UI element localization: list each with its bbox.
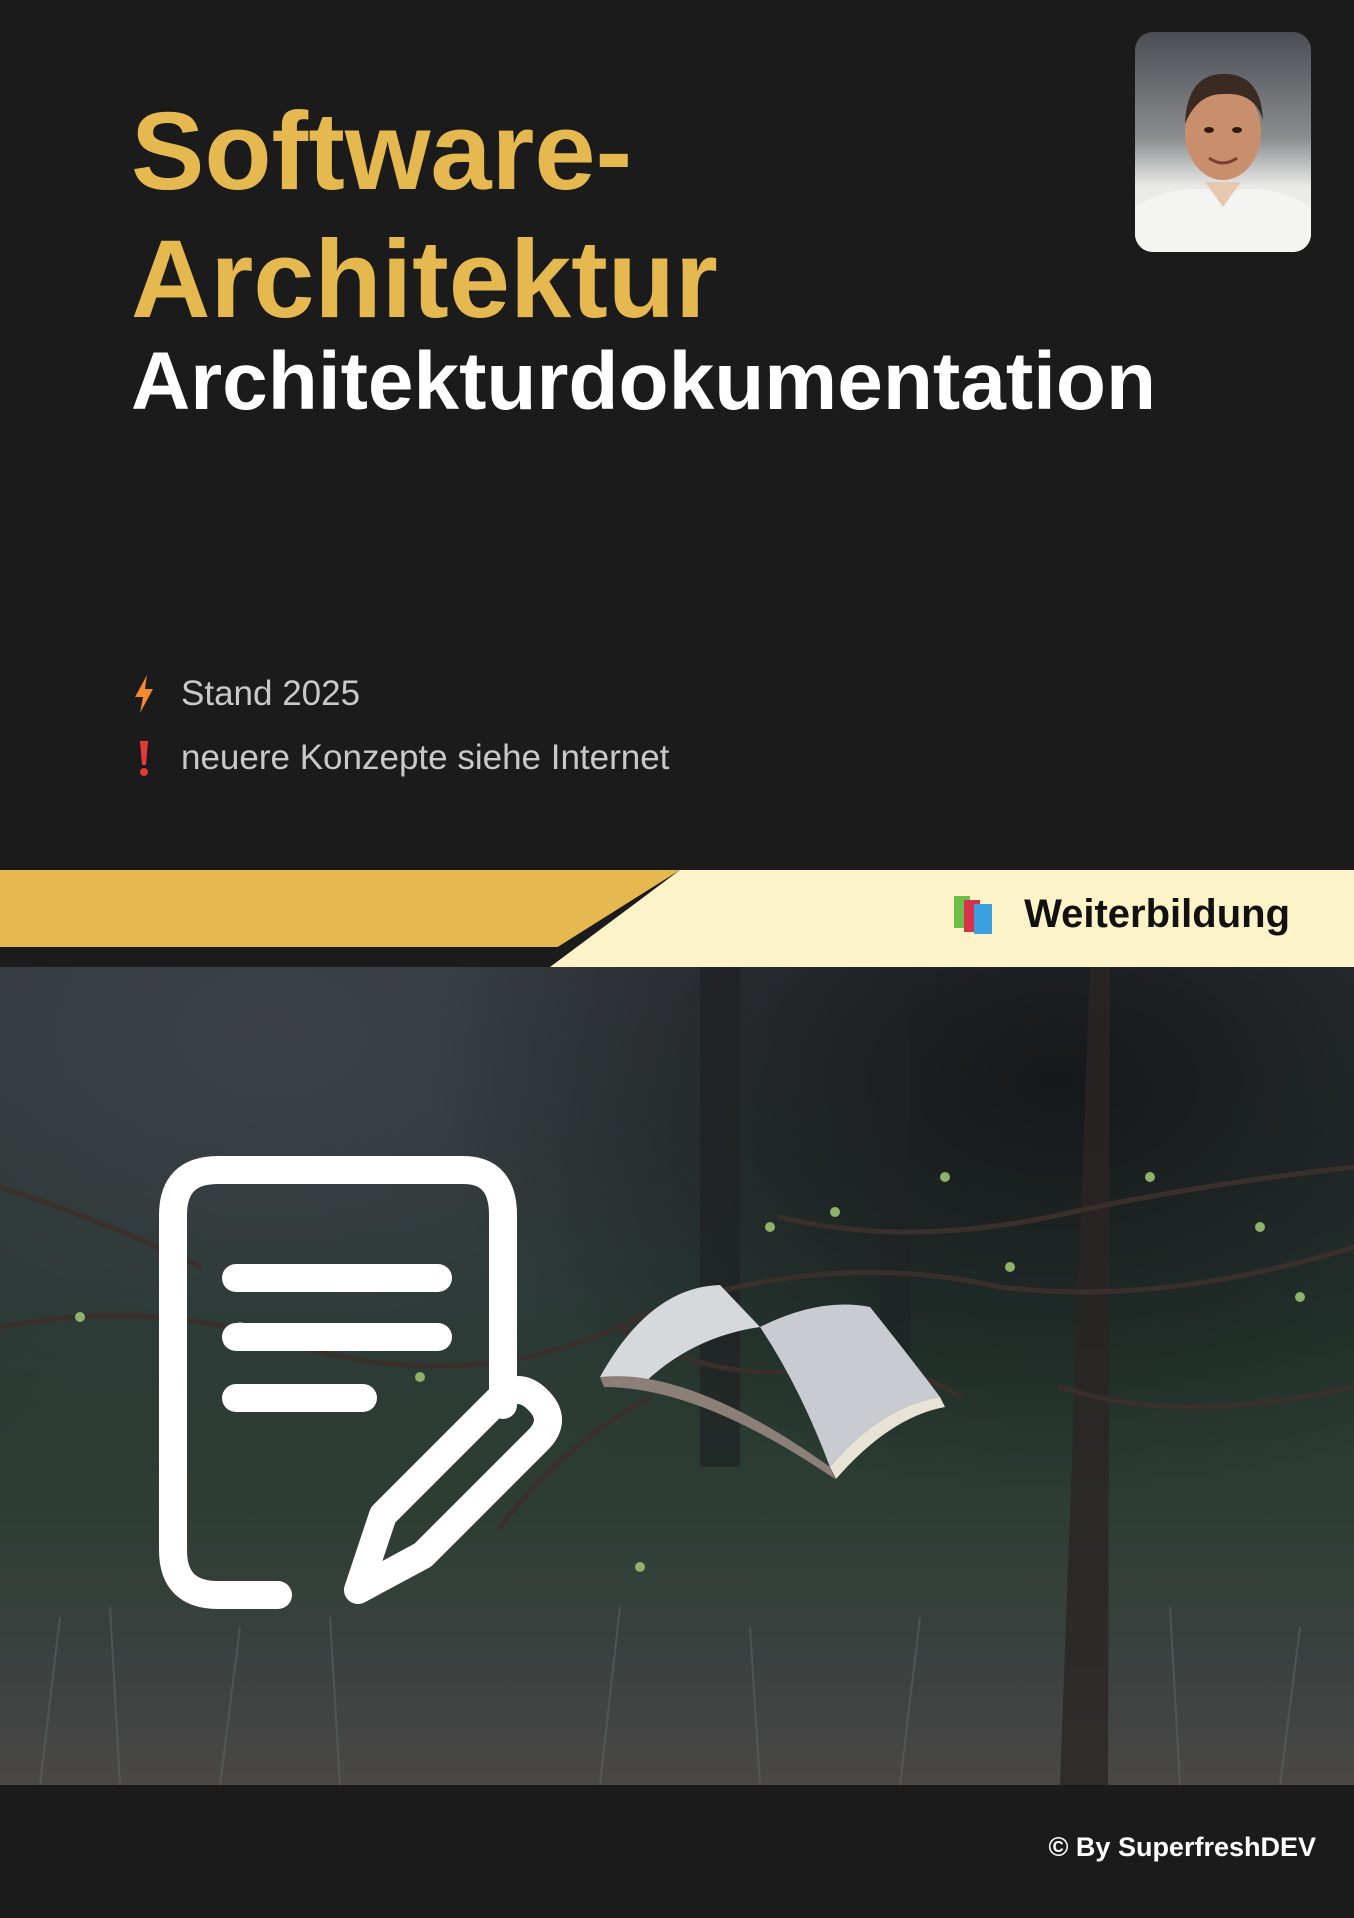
accent-band <box>0 870 680 947</box>
document-title: Software- Architektur <box>131 90 718 341</box>
category-badge: Weiterbildung <box>952 892 1290 937</box>
document-edit-icon <box>159 1156 562 1609</box>
cover-photo <box>0 967 1354 1785</box>
author-avatar <box>1135 32 1311 252</box>
note-text: neuere Konzepte siehe Internet <box>181 738 670 777</box>
books-icon <box>954 895 993 934</box>
lightning-icon <box>131 674 157 714</box>
document-subtitle: Architekturdokumentation <box>131 336 1157 427</box>
notes-list: Stand 2025 neuere Konzepte siehe Interne… <box>131 662 669 790</box>
list-item: Stand 2025 <box>131 662 669 726</box>
category-label: Weiterbildung <box>1024 892 1290 936</box>
exclamation-icon <box>131 738 157 778</box>
list-item: neuere Konzepte siehe Internet <box>131 726 669 790</box>
footer-copyright: © By SuperfreshDEV <box>1048 1832 1316 1862</box>
note-text: Stand 2025 <box>181 674 361 713</box>
